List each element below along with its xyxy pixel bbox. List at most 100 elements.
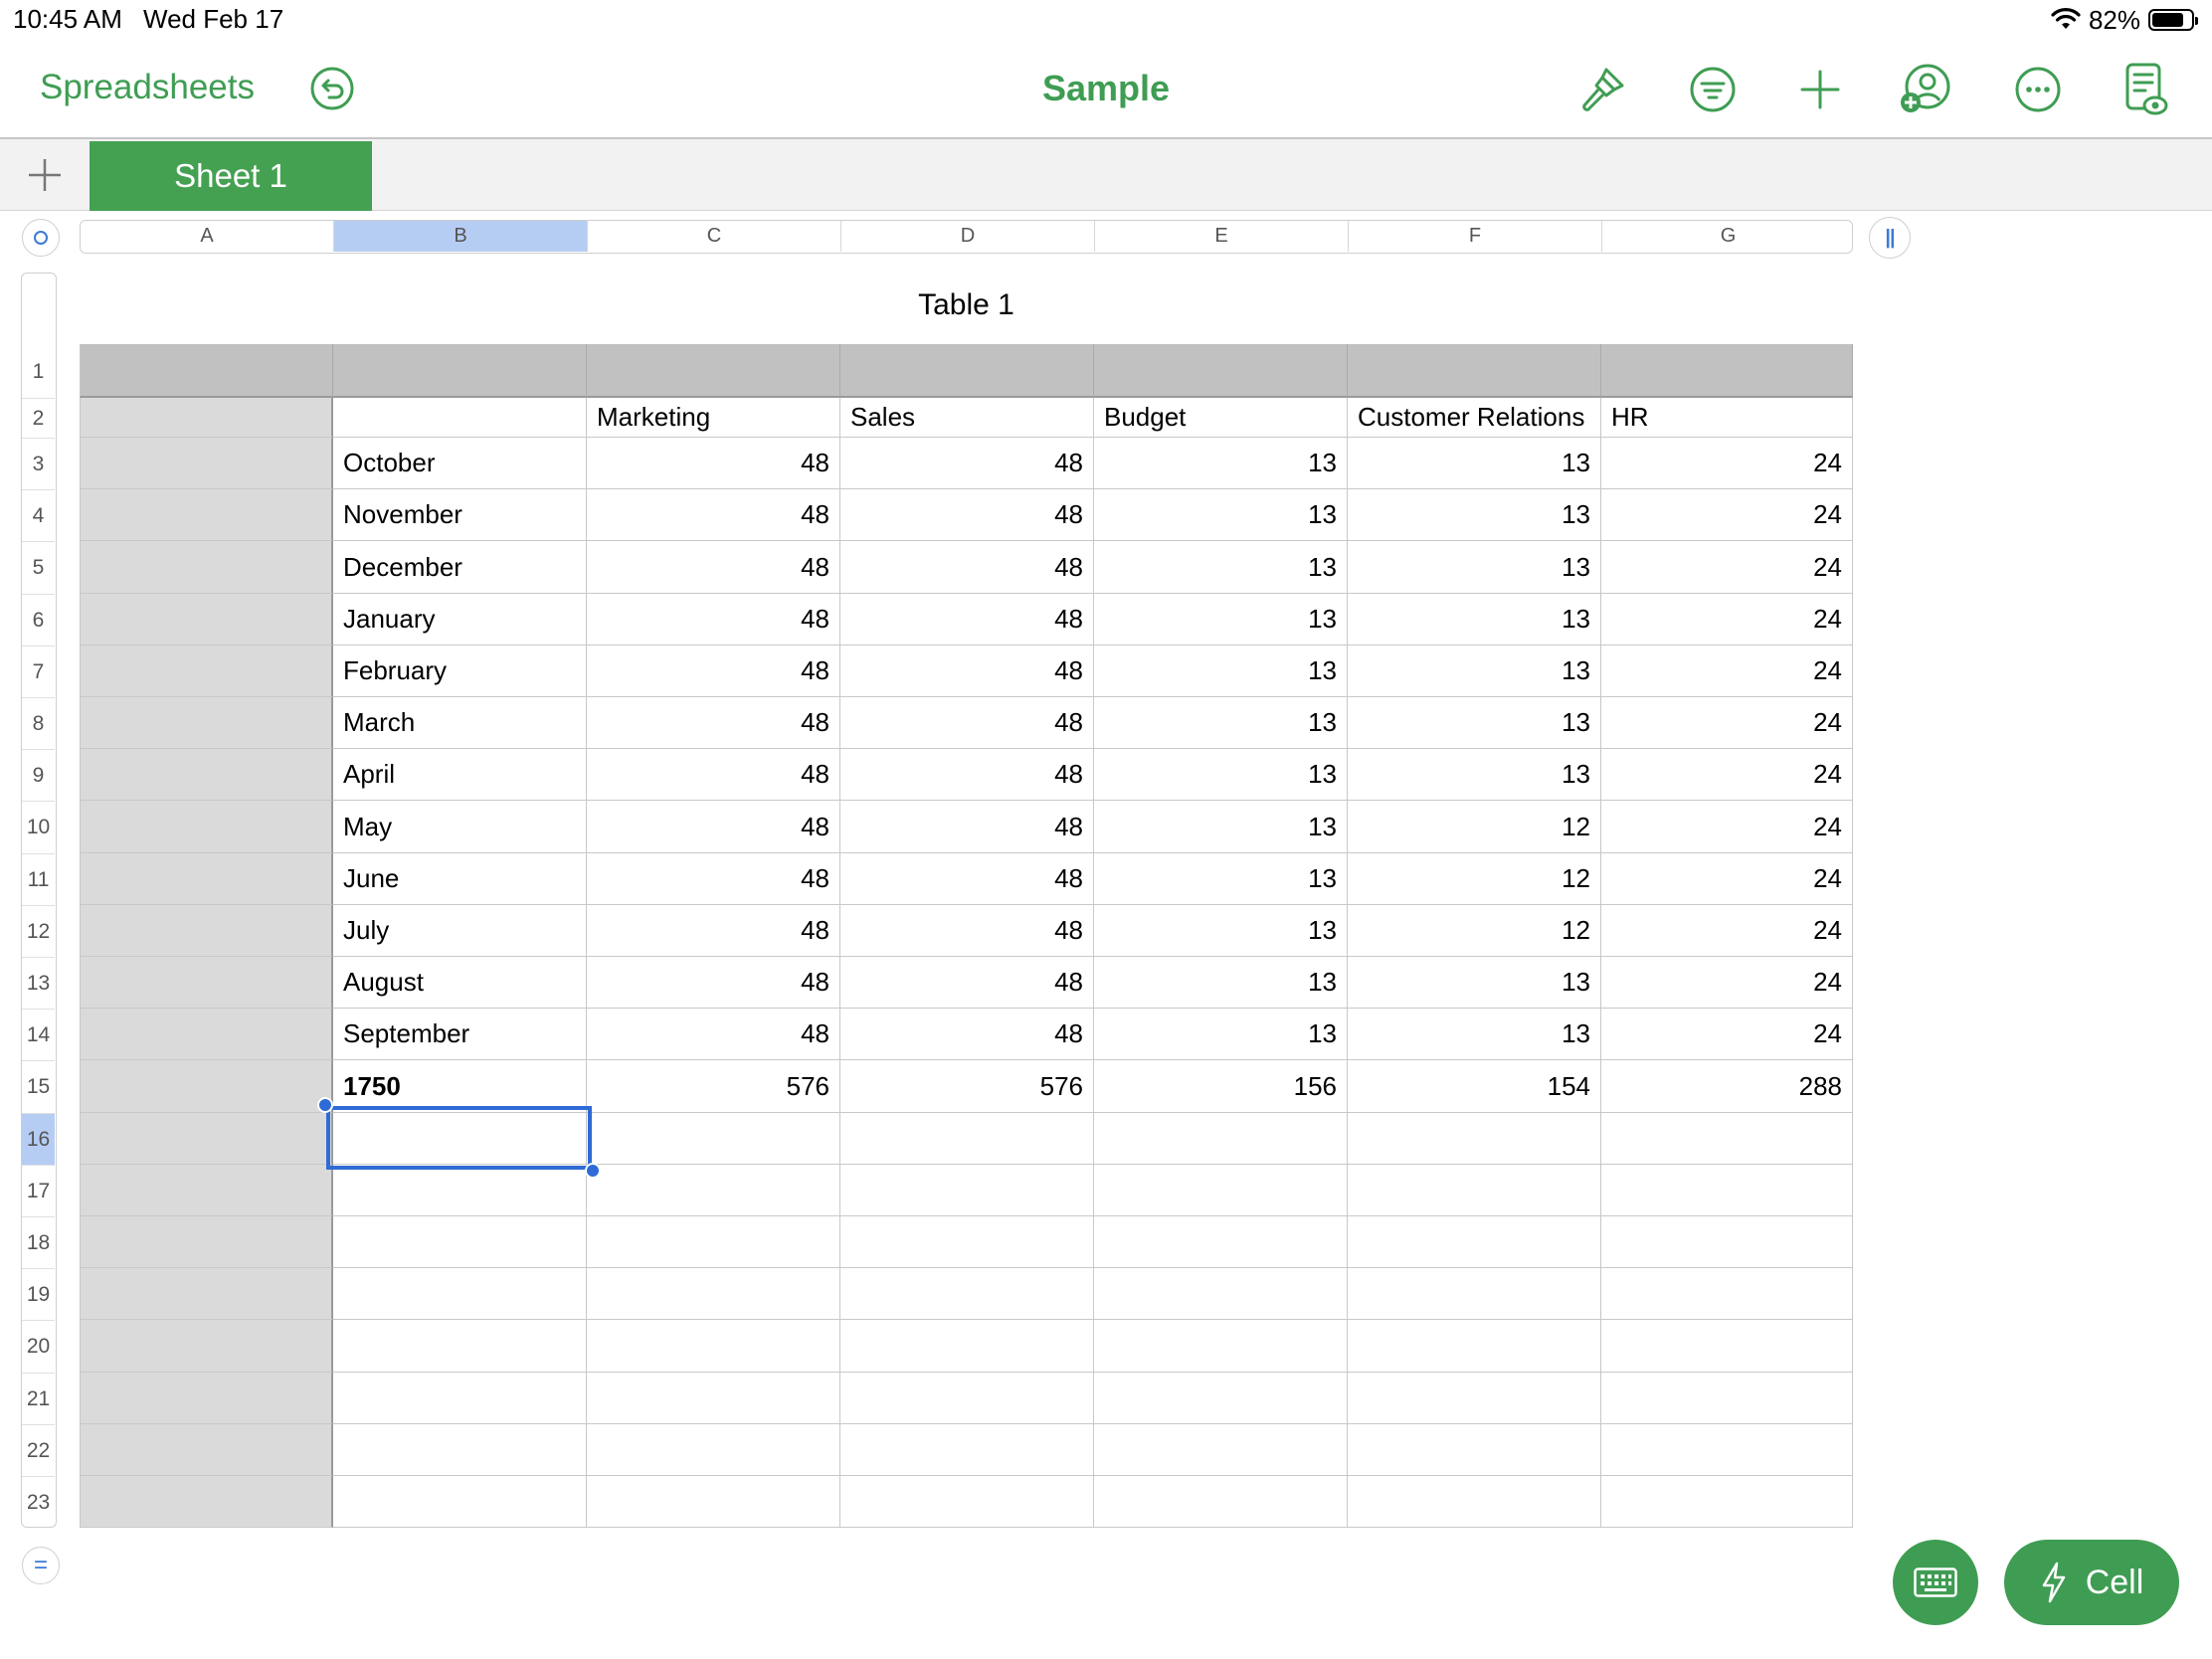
cell-a10[interactable] (80, 801, 333, 853)
cell-d21[interactable] (840, 1373, 1094, 1424)
insert-button[interactable] (1792, 62, 1848, 117)
cell-a12[interactable] (80, 905, 333, 957)
cell-e21[interactable] (1094, 1373, 1348, 1424)
cell-f14[interactable]: 13 (1348, 1009, 1601, 1060)
cell-d1[interactable] (840, 344, 1094, 398)
cell-g23[interactable] (1601, 1476, 1853, 1528)
cell-d17[interactable] (840, 1165, 1094, 1216)
cell-f19[interactable] (1348, 1268, 1601, 1320)
cell-a23[interactable] (80, 1476, 333, 1528)
column-header-f[interactable]: F (1349, 221, 1602, 252)
cell-f12[interactable]: 12 (1348, 905, 1601, 957)
cell-c12[interactable]: 48 (587, 905, 840, 957)
cell-d2[interactable]: Sales (840, 398, 1094, 438)
cell-d15[interactable]: 576 (840, 1060, 1094, 1113)
row-header-21[interactable]: 21 (22, 1374, 55, 1425)
spreadsheets-back-button[interactable]: Spreadsheets (40, 68, 255, 107)
row-header-14[interactable]: 14 (22, 1010, 55, 1061)
row-header-13[interactable]: 13 (22, 958, 55, 1010)
cell-c21[interactable] (587, 1373, 840, 1424)
row-header-15[interactable]: 15 (22, 1061, 55, 1114)
cell-g16[interactable] (1601, 1113, 1853, 1165)
cell-a20[interactable] (80, 1320, 333, 1373)
cell-f3[interactable]: 13 (1348, 438, 1601, 489)
cell-b18[interactable] (333, 1216, 587, 1268)
cell-c8[interactable]: 48 (587, 697, 840, 749)
undo-button[interactable] (309, 66, 355, 111)
cell-a19[interactable] (80, 1268, 333, 1320)
row-header-12[interactable]: 12 (22, 906, 55, 958)
cell-e19[interactable] (1094, 1268, 1348, 1320)
column-header-c[interactable]: C (588, 221, 841, 252)
cell-a3[interactable] (80, 438, 333, 489)
cell-e4[interactable]: 13 (1094, 489, 1348, 541)
cell-e9[interactable]: 13 (1094, 749, 1348, 801)
cell-d12[interactable]: 48 (840, 905, 1094, 957)
cell-b6[interactable]: January (333, 594, 587, 645)
row-header-2[interactable]: 2 (22, 399, 55, 439)
cell-f20[interactable] (1348, 1320, 1601, 1373)
cell-d7[interactable]: 48 (840, 645, 1094, 697)
cell-f17[interactable] (1348, 1165, 1601, 1216)
cell-a17[interactable] (80, 1165, 333, 1216)
row-header-18[interactable]: 18 (22, 1217, 55, 1269)
cell-d10[interactable]: 48 (840, 801, 1094, 853)
select-table-button[interactable] (22, 219, 60, 257)
cell-d13[interactable]: 48 (840, 957, 1094, 1009)
freeze-columns-button[interactable]: || (1869, 217, 1911, 259)
cell-b10[interactable]: May (333, 801, 587, 853)
more-button[interactable] (2010, 62, 2066, 117)
cell-e5[interactable]: 13 (1094, 541, 1348, 594)
cell-e7[interactable]: 13 (1094, 645, 1348, 697)
cell-g9[interactable]: 24 (1601, 749, 1853, 801)
cell-c13[interactable]: 48 (587, 957, 840, 1009)
cell-g21[interactable] (1601, 1373, 1853, 1424)
table-title[interactable]: Table 1 (80, 288, 1853, 322)
cell-d9[interactable]: 48 (840, 749, 1094, 801)
cell-e10[interactable]: 13 (1094, 801, 1348, 853)
cell-g6[interactable]: 24 (1601, 594, 1853, 645)
cell-f6[interactable]: 13 (1348, 594, 1601, 645)
cell-c11[interactable]: 48 (587, 853, 840, 905)
cell-f15[interactable]: 154 (1348, 1060, 1601, 1113)
cell-g7[interactable]: 24 (1601, 645, 1853, 697)
cell-c18[interactable] (587, 1216, 840, 1268)
cell-e2[interactable]: Budget (1094, 398, 1348, 438)
row-header-23[interactable]: 23 (22, 1477, 55, 1527)
cell-c1[interactable] (587, 344, 840, 398)
cell-c14[interactable]: 48 (587, 1009, 840, 1060)
selection-handle-top[interactable] (317, 1097, 333, 1113)
cell-e11[interactable]: 13 (1094, 853, 1348, 905)
cell-d16[interactable] (840, 1113, 1094, 1165)
cell-f22[interactable] (1348, 1424, 1601, 1476)
cell-c20[interactable] (587, 1320, 840, 1373)
tab-sheet-1[interactable]: Sheet 1 (90, 141, 372, 211)
cell-b20[interactable] (333, 1320, 587, 1373)
cell-f1[interactable] (1348, 344, 1601, 398)
cell-d22[interactable] (840, 1424, 1094, 1476)
cell-f7[interactable]: 13 (1348, 645, 1601, 697)
cell-d3[interactable]: 48 (840, 438, 1094, 489)
cell-e8[interactable]: 13 (1094, 697, 1348, 749)
format-button[interactable] (1574, 62, 1630, 117)
cell-b7[interactable]: February (333, 645, 587, 697)
formula-button[interactable]: = (22, 1547, 60, 1584)
cell-c3[interactable]: 48 (587, 438, 840, 489)
row-header-11[interactable]: 11 (22, 854, 55, 906)
cell-e15[interactable]: 156 (1094, 1060, 1348, 1113)
cell-b11[interactable]: June (333, 853, 587, 905)
column-header-e[interactable]: E (1095, 221, 1349, 252)
cell-f9[interactable]: 13 (1348, 749, 1601, 801)
cell-e3[interactable]: 13 (1094, 438, 1348, 489)
cell-a1[interactable] (80, 344, 333, 398)
cell-g20[interactable] (1601, 1320, 1853, 1373)
cell-g15[interactable]: 288 (1601, 1060, 1853, 1113)
cell-d18[interactable] (840, 1216, 1094, 1268)
cell-d14[interactable]: 48 (840, 1009, 1094, 1060)
cell-g14[interactable]: 24 (1601, 1009, 1853, 1060)
cell-b2[interactable] (333, 398, 587, 438)
selected-cell[interactable] (317, 1097, 601, 1179)
row-header-17[interactable]: 17 (22, 1166, 55, 1217)
cell-f10[interactable]: 12 (1348, 801, 1601, 853)
cell-c2[interactable]: Marketing (587, 398, 840, 438)
